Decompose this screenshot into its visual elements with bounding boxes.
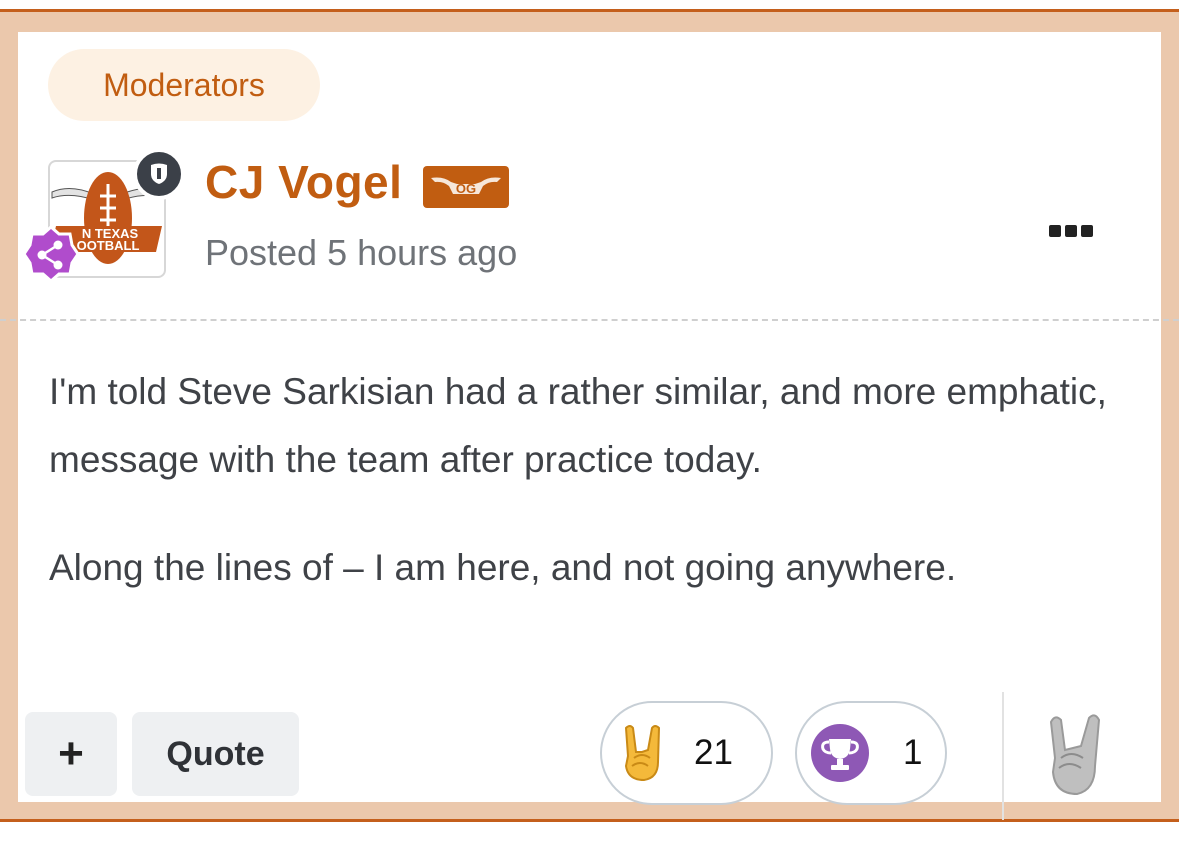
post-body: I'm told Steve Sarkisian had a rather si… [49, 358, 1139, 602]
author-name[interactable]: CJ Vogel [205, 155, 402, 209]
share-network-icon [22, 225, 80, 283]
reaction-separator [1002, 692, 1004, 820]
plus-icon: + [58, 729, 84, 778]
post-timestamp[interactable]: Posted 5 hours ago [205, 232, 517, 274]
post-paragraph: I'm told Steve Sarkisian had a rather si… [49, 371, 1107, 480]
quote-button[interactable]: Quote [132, 712, 299, 796]
horns-hand-icon [624, 725, 661, 782]
reaction-count: 1 [903, 733, 923, 772]
quote-button-label: Quote [166, 734, 265, 773]
add-reaction-button[interactable] [1041, 710, 1113, 802]
dot-icon [1065, 225, 1077, 237]
og-badge-label: OG [456, 181, 476, 196]
group-badge-label: Moderators [103, 66, 265, 103]
more-options-button[interactable] [1043, 220, 1099, 242]
reaction-count: 21 [694, 733, 733, 772]
trophy-icon [811, 724, 869, 782]
og-badge-icon: OG [423, 166, 509, 208]
header-divider [0, 319, 1179, 321]
post-paragraph: Along the lines of – I am here, and not … [49, 547, 957, 588]
reaction-trophy[interactable]: 1 [795, 701, 947, 805]
moderator-shield-icon [133, 148, 185, 200]
group-badge[interactable]: Moderators [48, 49, 320, 121]
dot-icon [1081, 225, 1093, 237]
reaction-horns[interactable]: 21 [600, 701, 773, 805]
dot-icon [1049, 225, 1061, 237]
add-button[interactable]: + [25, 712, 117, 796]
post-card: Moderators N TEXAS OOTBALL CJ Vogel OG P… [0, 32, 1179, 820]
avatar-text-2: OOTBALL [77, 238, 140, 253]
horns-hand-outline-icon [1049, 714, 1101, 796]
